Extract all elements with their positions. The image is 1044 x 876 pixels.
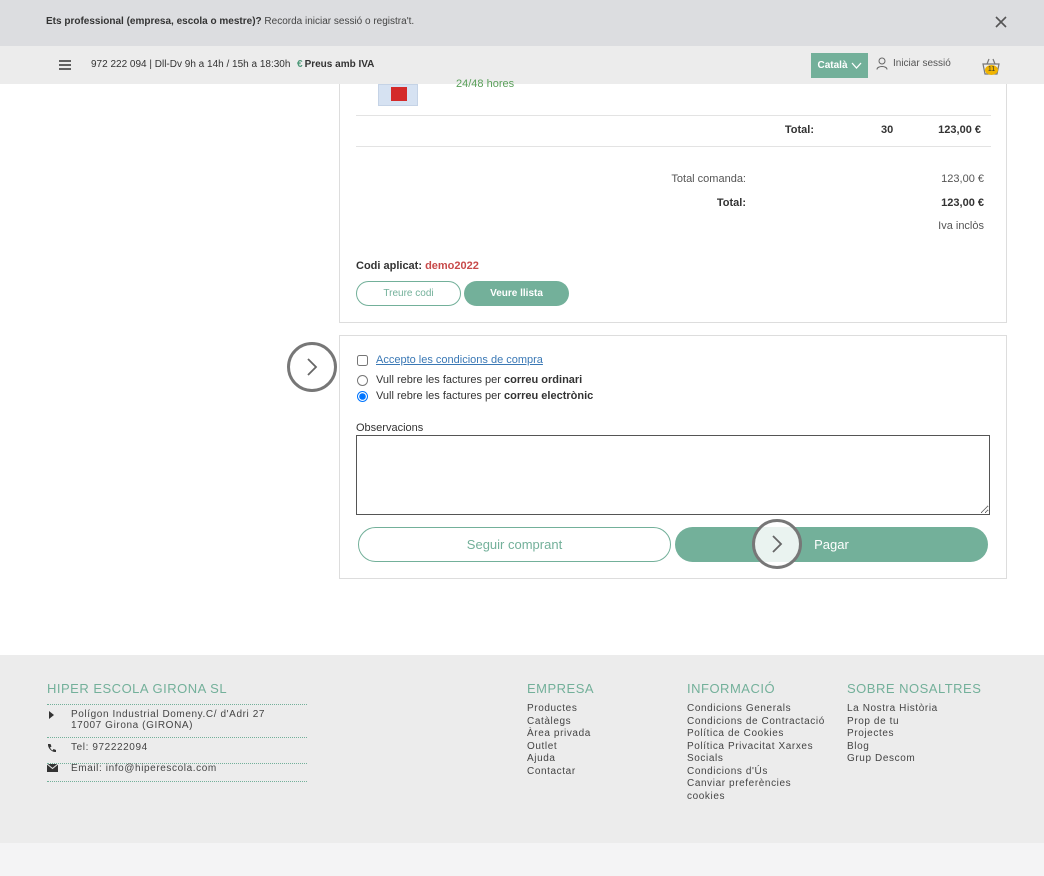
footer-link[interactable]: Condicions Generals <box>687 703 825 716</box>
about-title: SOBRE NOSALTRES <box>847 681 982 696</box>
footer-link[interactable]: Productes <box>527 703 591 716</box>
address-line1: Polígon Industrial Domeny.C/ d'Adri 27 <box>71 709 266 720</box>
user-icon <box>876 57 888 70</box>
language-selector[interactable]: Català <box>811 53 868 78</box>
footer-link[interactable]: Condicions d'Ús <box>687 766 825 779</box>
language-label: Català <box>817 60 848 71</box>
product-thumbnail[interactable] <box>378 84 418 106</box>
grand-total-value: 123,00 € <box>941 197 984 209</box>
prices-iva-text: Preus amb IVA <box>304 59 375 70</box>
accept-conditions-checkbox[interactable] <box>357 354 368 366</box>
order-total-label: Total comanda: <box>671 173 746 185</box>
login-label: Iniciar sessió <box>893 58 951 69</box>
checkout-options-card: Accepto les condicions de compra Vull re… <box>339 335 1007 579</box>
chevron-down-icon <box>851 62 861 69</box>
notice-rest: Recorda iniciar sessió o registra't. <box>261 16 415 27</box>
pay-indicator[interactable] <box>752 519 802 569</box>
informacio-title: INFORMACIÓ <box>687 681 776 696</box>
phone-text: Tel: 972222094 <box>71 742 148 753</box>
remove-code-button[interactable]: Treure codi <box>356 281 461 306</box>
table-total-label: Total: <box>784 124 814 136</box>
footer-link[interactable]: Condicions de Contractació <box>687 716 825 729</box>
footer-phone[interactable]: Tel: 972222094 <box>47 742 307 764</box>
footer-bottom-band <box>0 843 1044 876</box>
euro-icon: € <box>297 59 303 70</box>
cart-count-badge: 11 <box>985 65 998 75</box>
invoice-email-bold: correu electrònic <box>504 390 594 402</box>
cart-button[interactable]: 11 <box>980 56 1002 76</box>
accept-conditions-link[interactable]: Accepto les condicions de compra <box>376 354 543 366</box>
footer-link[interactable]: Projectes <box>847 728 938 741</box>
close-icon[interactable] <box>992 13 1010 31</box>
table-total-quantity: 30 <box>881 124 894 136</box>
grand-total-label: Total: <box>716 197 746 209</box>
notice-bold: Ets professional (empresa, escola o mest… <box>46 16 262 27</box>
footer-link[interactable]: Política de Cookies <box>687 728 825 741</box>
delivery-time: 24/48 hores <box>456 78 515 90</box>
footer-link[interactable]: Política Privacitat Xarxes <box>687 741 825 754</box>
continue-shopping-button[interactable]: Seguir comprant <box>358 527 671 562</box>
top-header: 972 222 094 | Dll-Dv 9h a 14h / 15h a 18… <box>0 46 1044 84</box>
invoice-email-prefix: Vull rebre les factures per <box>376 390 501 402</box>
hamburger-menu-icon[interactable] <box>58 58 72 72</box>
notice-text: Ets professional (empresa, escola o mest… <box>46 16 414 27</box>
invoice-email-option[interactable]: Vull rebre les factures per correu elect… <box>357 390 593 402</box>
invoice-mail-radio[interactable] <box>357 374 368 386</box>
informacio-links: Condicions Generals Condicions de Contrac… <box>687 703 825 803</box>
footer-link[interactable]: Catàlegs <box>527 716 591 729</box>
observations-label: Observacions <box>356 422 424 434</box>
prices-iva-label: € Preus amb IVA <box>297 59 374 70</box>
invoice-mail-prefix: Vull rebre les factures per <box>376 374 501 386</box>
address-line2: 17007 Girona (GIRONA) <box>71 720 194 731</box>
invoice-mail-option[interactable]: Vull rebre les factures per correu ordin… <box>357 374 582 386</box>
footer-link[interactable]: Ajuda <box>527 753 591 766</box>
view-list-button[interactable]: Veure llista <box>464 281 569 306</box>
footer-email[interactable]: Email: info@hiperescola.com <box>47 763 307 782</box>
invoice-email-radio[interactable] <box>357 390 368 402</box>
pay-button[interactable]: Pagar <box>675 527 988 562</box>
divider <box>356 115 991 116</box>
applied-code-value: demo2022 <box>425 260 479 272</box>
table-total-price: 123,00 € <box>938 124 981 136</box>
footer-link[interactable]: Canviar preferències <box>687 778 825 791</box>
invoice-mail-bold: correu ordinari <box>504 374 583 386</box>
footer-link[interactable]: Contactar <box>527 766 591 779</box>
phone-icon <box>47 742 71 753</box>
order-total-value: 123,00 € <box>941 173 984 185</box>
location-arrow-icon <box>47 709 71 720</box>
observations-textarea[interactable] <box>356 435 990 515</box>
envelope-icon <box>47 763 71 772</box>
accept-conditions-row[interactable]: Accepto les condicions de compra <box>357 354 543 366</box>
footer-address: Polígon Industrial Domeny.C/ d'Adri 27 17… <box>47 704 307 738</box>
chevron-right-icon <box>307 358 318 376</box>
footer-link[interactable]: La Nostra Història <box>847 703 938 716</box>
phone-hours: 972 222 094 | Dll-Dv 9h a 14h / 15h a 18… <box>91 59 291 70</box>
order-summary-card: 24/48 hores Total: 30 123,00 € Total com… <box>339 78 1007 323</box>
applied-code-label: Codi aplicat: <box>356 260 426 272</box>
empresa-title: EMPRESA <box>527 681 595 696</box>
vat-included-note: Iva inclòs <box>938 220 984 232</box>
address-block: Polígon Industrial Domeny.C/ d'Adri 27 17… <box>71 709 265 731</box>
footer-link[interactable]: Grup Descom <box>847 753 938 766</box>
company-title: HIPER ESCOLA GIRONA SL <box>47 681 228 696</box>
professional-notice-bar: Ets professional (empresa, escola o mest… <box>0 0 1044 46</box>
footer-link[interactable]: Prop de tu <box>847 716 938 729</box>
chevron-right-icon <box>772 535 783 553</box>
divider <box>356 146 991 147</box>
next-step-indicator[interactable] <box>287 342 337 392</box>
about-links: La Nostra Història Prop de tu Projectes Blo… <box>847 703 938 766</box>
applied-code: Codi aplicat: demo2022 <box>356 260 479 272</box>
footer-link[interactable]: cookies <box>687 791 825 804</box>
footer-link[interactable]: Àrea privada <box>527 728 591 741</box>
email-text: Email: info@hiperescola.com <box>71 763 217 774</box>
login-link[interactable]: Iniciar sessió <box>876 57 951 70</box>
empresa-links: Productes Catàlegs Àrea privada Outlet Ajuda… <box>527 703 591 778</box>
product-image-mark <box>391 87 407 101</box>
site-footer: HIPER ESCOLA GIRONA SL Polígon Industria… <box>0 655 1044 843</box>
footer-link[interactable]: Outlet <box>527 741 591 754</box>
footer-link[interactable]: Socials <box>687 753 825 766</box>
footer-link[interactable]: Blog <box>847 741 938 754</box>
